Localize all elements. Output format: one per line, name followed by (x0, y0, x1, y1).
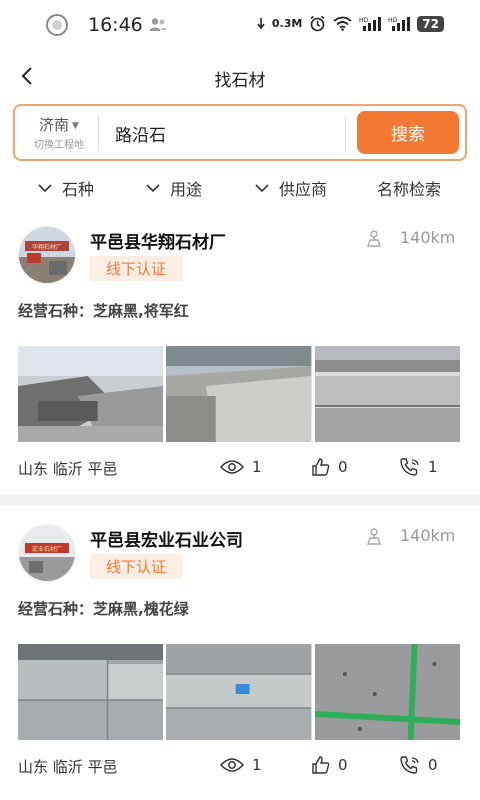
city-name: 济南 (39, 116, 70, 134)
views-stat: 1 (220, 756, 262, 774)
filter-usage-label: 用途 (170, 180, 203, 199)
likes-stat[interactable]: 0 (312, 458, 348, 476)
chevron-down-icon (146, 183, 160, 192)
caret-down-icon: ▼ (72, 121, 79, 131)
stone-photo[interactable] (18, 346, 164, 442)
supplier-card[interactable]: 华翔石材厂 平邑县华翔石材厂 线下认证 140km 经营石种：芝麻黑,将军红 山… (0, 208, 480, 494)
stone-photo[interactable] (314, 346, 460, 442)
views-stat: 1 (220, 458, 262, 476)
stone-photo[interactable] (166, 644, 312, 740)
app-circle-icon (46, 14, 68, 36)
network-speed: 0.3M (271, 17, 303, 30)
certification-badge: 线下认证 (90, 554, 183, 579)
search-button[interactable]: 搜索 (357, 111, 459, 154)
chevron-down-icon (255, 183, 269, 192)
svg-text:HD: HD (359, 17, 369, 24)
filter-name-search-label: 名称检索 (377, 180, 442, 199)
filter-bar: 石种 用途 供应商 名称检索 (0, 166, 480, 206)
card-separator (0, 494, 480, 506)
stone-types: 经营石种：芝麻黑,槐花绿 (18, 600, 189, 618)
chevron-down-icon (38, 183, 52, 192)
stone-photo[interactable] (18, 644, 164, 740)
filter-stone-type[interactable]: 石种 (38, 176, 94, 200)
location-text: 山东 临沂 平邑 (18, 758, 118, 776)
thumbs-up-icon (312, 756, 330, 774)
distance: 140km (400, 228, 456, 247)
calls-count: 0 (428, 756, 438, 774)
calls-count: 1 (428, 458, 438, 476)
filter-usage[interactable]: 用途 (146, 176, 202, 200)
phone-icon (400, 756, 419, 774)
signal-strength-icon-1: HD (359, 17, 382, 31)
eye-icon (220, 460, 244, 474)
city-selector[interactable]: 济南 ▼ 切换工程地 (27, 114, 91, 151)
search-input[interactable] (115, 118, 335, 148)
svg-text:HD: HD (388, 17, 398, 24)
phone-icon (400, 458, 419, 476)
calls-stat[interactable]: 1 (400, 458, 438, 476)
divider (98, 116, 99, 151)
stone-photo[interactable] (314, 644, 460, 740)
signal-strength-icon-2: HD (388, 17, 411, 31)
nav-bar: 找石材 (0, 56, 480, 100)
views-count: 1 (252, 458, 262, 476)
location-pin-icon (367, 230, 381, 247)
eye-icon (220, 758, 244, 772)
divider (345, 116, 346, 151)
thumbs-up-icon (312, 458, 330, 476)
distance: 140km (400, 526, 456, 545)
filter-supplier-label: 供应商 (279, 180, 328, 199)
stone-types: 经营石种：芝麻黑,将军红 (18, 302, 189, 320)
wifi-icon (333, 16, 352, 31)
location-text: 山东 临沂 平邑 (18, 460, 118, 478)
status-bar: 16:46 0.3M HD HD 72 (0, 0, 480, 52)
filter-name-search[interactable]: 名称检索 (377, 176, 441, 200)
switch-project-site-label: 切换工程地 (34, 140, 84, 151)
views-count: 1 (252, 756, 262, 774)
supplier-avatar: 宏业石材厂 (18, 524, 76, 582)
status-time: 16:46 (88, 14, 143, 36)
filter-supplier[interactable]: 供应商 (255, 176, 327, 200)
likes-stat[interactable]: 0 (312, 756, 348, 774)
photo-strip (18, 644, 460, 740)
location-pin-icon (367, 528, 381, 545)
battery-level: 72 (417, 15, 444, 32)
alarm-clock-icon (310, 15, 325, 32)
likes-count: 0 (338, 458, 348, 476)
certification-badge: 线下认证 (90, 256, 183, 281)
person-notification-icon (149, 18, 167, 31)
photo-strip (18, 346, 460, 442)
avatar-sign-text: 宏业石材厂 (32, 545, 62, 553)
supplier-avatar: 华翔石材厂 (18, 226, 76, 284)
filter-stone-type-label: 石种 (62, 180, 95, 199)
company-name[interactable]: 平邑县华翔石材厂 (90, 228, 226, 253)
stone-photo[interactable] (166, 346, 312, 442)
page-title: 找石材 (214, 71, 266, 91)
company-name[interactable]: 平邑县宏业石业公司 (90, 526, 243, 551)
calls-stat[interactable]: 0 (400, 756, 438, 774)
likes-count: 0 (338, 756, 348, 774)
avatar-sign-text: 华翔石材厂 (32, 243, 62, 251)
search-box: 济南▼ 切换工程地 搜索 (13, 104, 467, 161)
download-arrow-icon (257, 17, 265, 29)
supplier-card[interactable]: 宏业石材厂 平邑县宏业石业公司 线下认证 140km 经营石种：芝麻黑,槐花绿 (0, 506, 480, 800)
